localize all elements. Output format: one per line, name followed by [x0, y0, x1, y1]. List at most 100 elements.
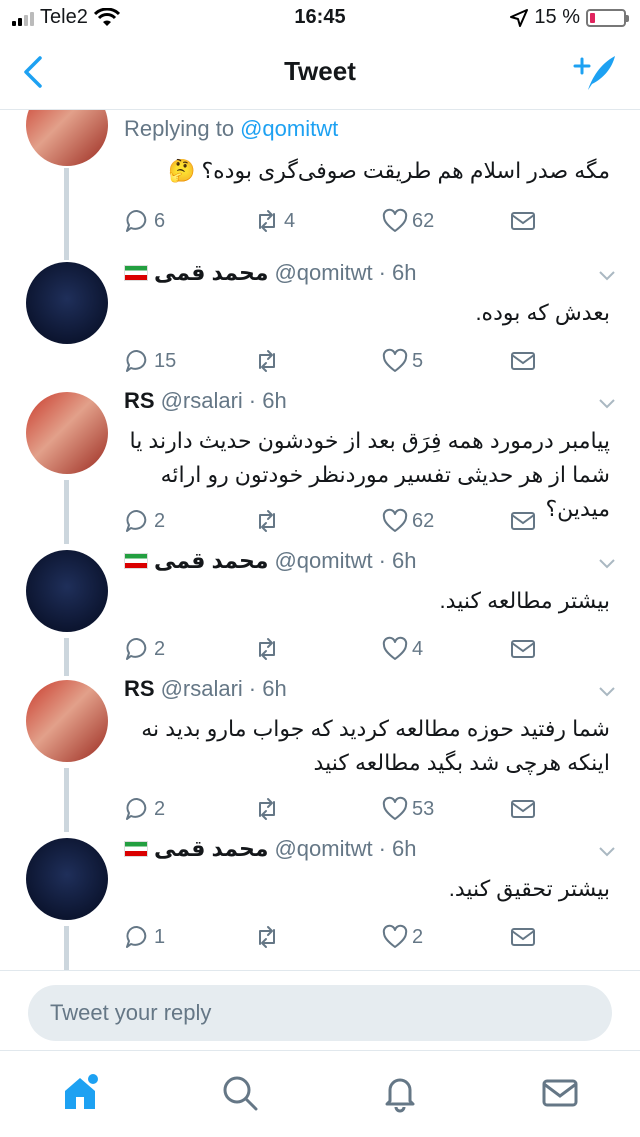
mail-icon: [510, 636, 536, 662]
avatar[interactable]: [26, 838, 108, 920]
navigation-bar: Tweet: [0, 38, 640, 110]
direct-message-button[interactable]: [510, 924, 536, 950]
tweet[interactable]: محمد قمی @qomitwt · 6h بیشتر تحقیق کنید.…: [0, 836, 640, 970]
timestamp: · 6h: [378, 260, 417, 285]
like-button[interactable]: 4: [382, 636, 423, 662]
likes-count: 4: [412, 637, 424, 660]
thread-connector: [64, 926, 69, 970]
replies-count: 15: [154, 349, 177, 372]
tweet-header: RS @rsalari · 6h: [124, 676, 287, 702]
avatar[interactable]: [26, 680, 108, 762]
replying-to: Replying to @qomitwt: [124, 116, 338, 142]
likes-count: 62: [412, 509, 435, 532]
chevron-down-icon[interactable]: [598, 270, 616, 282]
chevron-down-icon[interactable]: [598, 846, 616, 858]
likes-count: 2: [412, 925, 424, 948]
retweet-button[interactable]: [254, 508, 284, 534]
location-arrow-icon: [510, 8, 529, 27]
direct-message-button[interactable]: [510, 348, 536, 374]
direct-message-button[interactable]: [510, 796, 536, 822]
compose-tweet-icon[interactable]: [572, 52, 618, 92]
mail-icon: [510, 208, 536, 234]
reply-input[interactable]: Tweet your reply: [28, 985, 612, 1041]
heart-icon: [382, 796, 408, 822]
replying-handle-link[interactable]: @qomitwt: [240, 116, 338, 142]
chevron-down-icon[interactable]: [598, 686, 616, 698]
home-icon[interactable]: [60, 1073, 100, 1113]
like-button[interactable]: 5: [382, 348, 423, 374]
search-icon[interactable]: [220, 1073, 260, 1113]
tweet-text: بیشتر تحقیق کنید.: [448, 876, 610, 901]
retweet-button[interactable]: 4: [254, 208, 295, 234]
timestamp: · 6h: [378, 548, 417, 573]
display-name[interactable]: محمد قمی: [154, 260, 268, 286]
display-name[interactable]: محمد قمی: [154, 548, 268, 574]
tweet-header: RS @rsalari · 6h: [124, 388, 287, 414]
reply-button[interactable]: 2: [124, 796, 165, 822]
avatar[interactable]: [26, 110, 108, 166]
tweet-actions: 24: [124, 636, 544, 666]
notifications-bell-icon[interactable]: [380, 1073, 420, 1113]
tweet-actions: 2 53: [124, 796, 544, 826]
retweet-button[interactable]: [254, 796, 284, 822]
handle[interactable]: @qomitwt: [274, 260, 372, 286]
retweets-count: 4: [284, 209, 296, 232]
retweet-button[interactable]: [254, 636, 284, 662]
tweet-text: بیشتر مطالعه کنید.: [439, 588, 610, 613]
iran-flag-icon: [124, 265, 148, 281]
avatar[interactable]: [26, 262, 108, 344]
reply-icon: [124, 208, 150, 234]
tweet[interactable]: محمد قمی @qomitwt · 6h بیشتر مطالعه کنید…: [0, 548, 640, 676]
tweet[interactable]: RS @rsalari · 6h پیامبر درمورد همه فِرَق…: [0, 388, 640, 548]
handle[interactable]: @rsalari: [161, 388, 243, 414]
conversation-thread: Replying to @qomitwt مگه صدر اسلام هم طر…: [0, 110, 640, 970]
reply-button[interactable]: 2: [124, 636, 165, 662]
tweet-header: محمد قمی @qomitwt · 6h: [124, 836, 417, 862]
thread-connector: [64, 480, 69, 544]
replies-count: 6: [154, 209, 166, 232]
tweet[interactable]: RS @rsalari · 6h شما رفتید حوزه مطالعه ک…: [0, 676, 640, 836]
reply-icon: [124, 636, 150, 662]
direct-message-button[interactable]: [510, 508, 536, 534]
handle[interactable]: @qomitwt: [274, 836, 372, 862]
tweet-header: محمد قمی @qomitwt · 6h: [124, 548, 417, 574]
avatar[interactable]: [26, 550, 108, 632]
handle[interactable]: @rsalari: [161, 676, 243, 702]
reply-icon: [124, 508, 150, 534]
chevron-down-icon[interactable]: [598, 398, 616, 410]
tweet-text: شما رفتید حوزه مطالعه کردید که جواب مارو…: [141, 716, 610, 775]
tweet[interactable]: محمد قمی @qomitwt · 6h بعدش که بوده. 15 5: [0, 260, 640, 388]
iran-flag-icon: [124, 553, 148, 569]
reply-button[interactable]: 1: [124, 924, 165, 950]
direct-message-button[interactable]: [510, 636, 536, 662]
likes-count: 5: [412, 349, 424, 372]
messages-icon[interactable]: [540, 1073, 580, 1113]
retweet-button[interactable]: [254, 348, 284, 374]
tweet[interactable]: Replying to @qomitwt مگه صدر اسلام هم طر…: [0, 110, 640, 260]
like-button[interactable]: 2: [382, 924, 423, 950]
timestamp: · 6h: [248, 388, 287, 413]
reply-button[interactable]: 6: [124, 208, 165, 234]
display-name[interactable]: محمد قمی: [154, 836, 268, 862]
like-button[interactable]: 62: [382, 208, 434, 234]
replies-count: 2: [154, 509, 166, 532]
like-button[interactable]: 53: [382, 796, 434, 822]
mail-icon: [510, 796, 536, 822]
reply-button[interactable]: 15: [124, 348, 176, 374]
retweet-icon: [254, 924, 280, 950]
like-button[interactable]: 62: [382, 508, 434, 534]
thread-connector: [64, 768, 69, 832]
tweet-actions: 15 5: [124, 348, 544, 378]
retweet-icon: [254, 208, 280, 234]
retweet-icon: [254, 348, 280, 374]
retweet-button[interactable]: [254, 924, 284, 950]
display-name[interactable]: RS: [124, 676, 155, 702]
mail-icon: [510, 924, 536, 950]
direct-message-button[interactable]: [510, 208, 536, 234]
display-name[interactable]: RS: [124, 388, 155, 414]
reply-icon: [124, 924, 150, 950]
chevron-down-icon[interactable]: [598, 558, 616, 570]
handle[interactable]: @qomitwt: [274, 548, 372, 574]
reply-button[interactable]: 2: [124, 508, 165, 534]
avatar[interactable]: [26, 392, 108, 474]
